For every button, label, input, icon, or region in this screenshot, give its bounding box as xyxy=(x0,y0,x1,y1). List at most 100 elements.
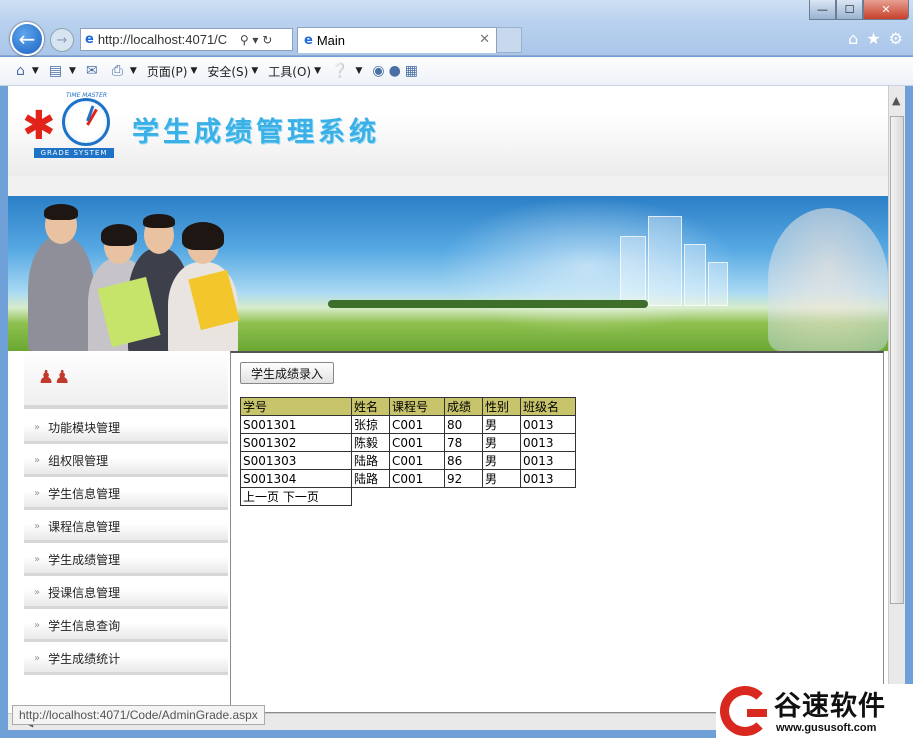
cell-student-id: S001301 xyxy=(240,415,352,434)
sidebar-item-grade-management[interactable]: » 学生成绩管理 xyxy=(24,546,228,576)
new-tab-button[interactable] xyxy=(497,27,522,53)
sidebar-item-label: 学生成绩统计 xyxy=(48,652,121,666)
cell-score: 86 xyxy=(444,451,483,470)
page-menu[interactable]: 页面(P) ▼ xyxy=(147,63,198,80)
table-row: S001302 陈毅 C001 78 男 0013 xyxy=(240,433,576,452)
sidebar-item-grade-statistics[interactable]: » 学生成绩统计 xyxy=(24,645,228,675)
forward-arrow-icon[interactable]: → xyxy=(50,28,74,52)
next-page-link[interactable]: 下一页 xyxy=(283,490,319,504)
tools-menu[interactable]: 工具(O) ▼ xyxy=(268,63,321,80)
cell-course-id: C001 xyxy=(389,433,445,452)
grade-table: 学号 姓名 课程号 成绩 性别 班级名 S001301 张掠 C001 80 男… xyxy=(240,397,576,506)
prev-page-link[interactable]: 上一页 xyxy=(243,490,279,504)
sidebar-item-course-info[interactable]: » 课程信息管理 xyxy=(24,513,228,543)
table-row: S001301 张掠 C001 80 男 0013 xyxy=(240,415,576,434)
watermark-logo: 谷速软件 www.gususoft.com xyxy=(716,684,913,738)
browser-titlebar: — ☐ ✕ ← → e http://localhost:4071/C ⚲ ▾ … xyxy=(0,0,913,56)
ie-icon: e xyxy=(304,33,313,48)
maximize-icon[interactable]: ☐ xyxy=(836,0,863,20)
command-bar: ⌂ ▼ ▤ ▼ ✉ ⎙ ▼ 页面(P) ▼ 安全(S) ▼ 工具(O) ▼ ❔ ▼ ◉ ● ▦ xyxy=(0,57,913,86)
top-right-icons: ⌂ ★ ⚙ xyxy=(848,29,903,48)
sidebar-header: ♟♟ xyxy=(24,351,228,409)
sidebar-item-teaching-info[interactable]: » 授课信息管理 xyxy=(24,579,228,609)
logo-tagline: TIME MASTER xyxy=(66,92,108,99)
cell-gender: 男 xyxy=(482,469,521,488)
address-bar[interactable]: e http://localhost:4071/C ⚲ ▾ ↻ xyxy=(80,28,293,51)
vertical-scrollbar[interactable]: ▲ xyxy=(888,86,905,713)
cell-score: 80 xyxy=(444,415,483,434)
cell-name: 张掠 xyxy=(351,415,390,434)
double-chevron-icon: » xyxy=(34,521,41,532)
compass-clock-icon xyxy=(62,98,110,146)
sidebar-item-student-query[interactable]: » 学生信息查询 xyxy=(24,612,228,642)
grade-entry-button[interactable]: 学生成绩录入 xyxy=(240,362,335,384)
sidebar: ♟♟ » 功能模块管理 » 组权限管理 » 学生信息管理 » 课程信息管理 » … xyxy=(24,351,228,713)
sidebar-item-label: 授课信息管理 xyxy=(48,586,121,600)
sidebar-item-module-management[interactable]: » 功能模块管理 xyxy=(24,414,228,444)
sidebar-item-label: 功能模块管理 xyxy=(48,421,121,435)
users-group-icon: ♟♟ xyxy=(38,367,71,388)
home-icon[interactable]: ⌂ xyxy=(848,29,858,48)
extra-tools[interactable]: ◉ ● ▦ xyxy=(372,63,422,79)
scroll-up-icon[interactable]: ▲ xyxy=(892,94,900,107)
window-controls: — ☐ ✕ xyxy=(809,0,909,20)
home-icon: ⌂ xyxy=(16,63,25,79)
close-icon[interactable]: ✕ xyxy=(863,0,909,20)
col-score: 成绩 xyxy=(444,397,483,416)
cell-student-id: S001303 xyxy=(240,451,352,470)
gear-icon[interactable]: ⚙ xyxy=(889,29,903,48)
minimize-icon[interactable]: — xyxy=(809,0,836,20)
cell-gender: 男 xyxy=(482,451,521,470)
watermark-en: www.gususoft.com xyxy=(776,722,877,734)
cell-class-name: 0013 xyxy=(520,469,576,488)
site-logo: ✱ TIME MASTER GRADE SYSTEM xyxy=(22,92,114,158)
scroll-thumb[interactable] xyxy=(890,116,904,604)
safety-menu[interactable]: 安全(S) ▼ xyxy=(207,63,258,80)
help-icon: ❔ xyxy=(331,63,349,79)
search-refresh-icons[interactable]: ⚲ ▾ ↻ xyxy=(240,33,273,47)
double-chevron-icon: » xyxy=(34,620,41,631)
cell-course-id: C001 xyxy=(389,469,445,488)
back-arrow-icon[interactable]: ← xyxy=(10,22,44,56)
mail-icon: ✉ xyxy=(85,63,98,79)
g-logo-icon xyxy=(720,686,770,736)
rss-feed-icon: ▤ xyxy=(48,63,63,79)
ie-icon: e xyxy=(85,32,94,47)
feeds-menu[interactable]: ▤ ▼ xyxy=(49,63,76,79)
col-gender: 性别 xyxy=(482,397,521,416)
pager: 上一页 下一页 xyxy=(240,487,352,506)
home-menu[interactable]: ⌂ ▼ xyxy=(16,63,39,79)
page-menu-label: 页面(P) xyxy=(146,64,188,79)
tab-close-icon[interactable]: ✕ xyxy=(479,32,490,47)
favorites-star-icon[interactable]: ★ xyxy=(866,29,880,48)
banner-image xyxy=(8,196,888,351)
help-menu[interactable]: ❔ ▼ xyxy=(331,63,362,79)
table-header-row: 学号 姓名 课程号 成绩 性别 班级名 xyxy=(240,397,576,416)
cell-score: 78 xyxy=(444,433,483,452)
sidebar-item-label: 组权限管理 xyxy=(48,454,109,468)
cell-name: 陆路 xyxy=(351,469,390,488)
tab-title: Main xyxy=(316,33,346,48)
col-course-id: 课程号 xyxy=(389,397,445,416)
double-chevron-icon: » xyxy=(34,455,41,466)
mail-button[interactable]: ✉ xyxy=(86,63,102,79)
cell-class-name: 0013 xyxy=(520,415,576,434)
double-chevron-icon: » xyxy=(34,422,41,433)
logo-text: GRADE SYSTEM xyxy=(34,148,114,158)
double-chevron-icon: » xyxy=(34,554,41,565)
sidebar-item-student-info[interactable]: » 学生信息管理 xyxy=(24,480,228,510)
print-menu[interactable]: ⎙ ▼ xyxy=(112,63,137,79)
double-chevron-icon: » xyxy=(34,488,41,499)
sidebar-item-label: 课程信息管理 xyxy=(48,520,121,534)
site-header: ✱ TIME MASTER GRADE SYSTEM 学生成绩管理系统 xyxy=(8,86,888,176)
sidebar-item-label: 学生信息查询 xyxy=(48,619,121,633)
col-name: 姓名 xyxy=(351,397,390,416)
cell-student-id: S001304 xyxy=(240,469,352,488)
sidebar-item-group-permissions[interactable]: » 组权限管理 xyxy=(24,447,228,477)
tab-main[interactable]: e Main ✕ xyxy=(297,27,497,53)
sidebar-item-label: 学生成绩管理 xyxy=(48,553,121,567)
cell-gender: 男 xyxy=(482,433,521,452)
double-chevron-icon: » xyxy=(34,587,41,598)
address-url[interactable]: http://localhost:4071/C xyxy=(98,32,236,47)
table-row: S001304 陆路 C001 92 男 0013 xyxy=(240,469,576,488)
